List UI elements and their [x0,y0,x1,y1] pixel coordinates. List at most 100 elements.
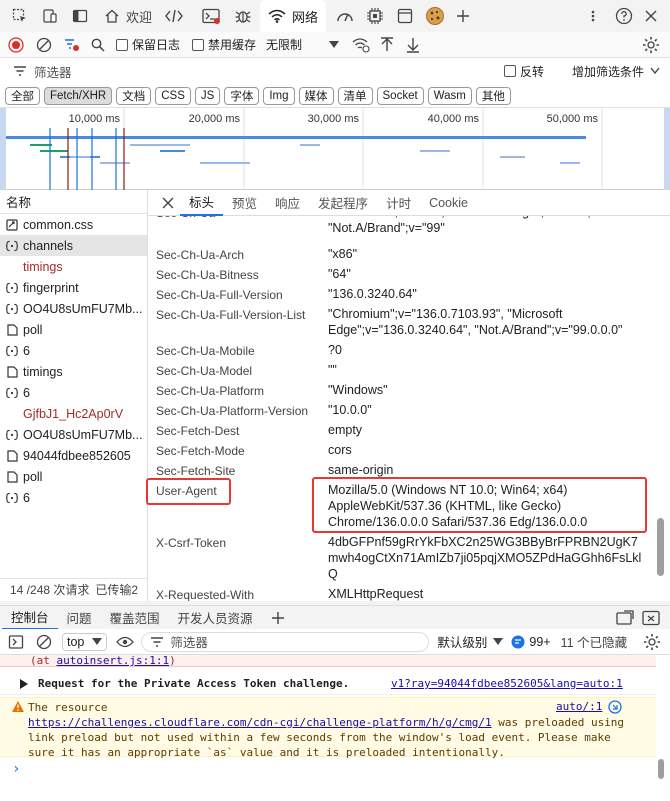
type-filter-chip[interactable]: Fetch/XHR [44,86,113,105]
info-source-link[interactable]: v1?ray=94044fdbee852605&lang=auto:1 [391,677,623,690]
inspect-element-icon[interactable] [8,8,32,24]
error-source-link[interactable]: autoinsert.js:1:1 [57,654,170,667]
tab-welcome[interactable]: 欢迎 [96,0,160,32]
dock-drawer-icon[interactable] [612,609,638,626]
request-rows: common.css channels timings fingerprint OO4U… [0,214,147,508]
type-filter-chip[interactable]: Wasm [427,86,472,105]
close-drawer-icon[interactable] [638,610,664,626]
detail-tab[interactable]: 计时 [377,190,420,216]
type-filter-chip[interactable]: 清单 [337,86,373,105]
throttle-dropdown-icon[interactable] [324,40,344,49]
request-row[interactable]: 6 [0,382,147,403]
export-har-icon[interactable] [400,37,426,53]
type-filter-chip[interactable]: Img [263,86,295,105]
clear-icon[interactable] [32,37,56,53]
type-filter-chip[interactable]: CSS [155,86,191,105]
doc-icon [6,449,18,462]
header-name: X-Csrf-Token [156,536,227,550]
sidebar-toggle-icon[interactable] [68,8,92,24]
add-drawer-tab-icon[interactable] [266,611,290,625]
detail-tab[interactable]: 发起程序 [309,190,377,216]
tab-network[interactable]: 网络 [260,0,327,32]
memory-icon[interactable] [360,7,390,25]
console-sidebar-icon[interactable] [4,634,28,650]
add-tab-icon[interactable] [450,9,476,23]
request-row[interactable]: common.css [0,214,147,235]
filter-input[interactable]: 筛选器 [34,62,72,81]
more-tabs-icon[interactable] [582,9,604,23]
header-value: ?0 [328,343,342,357]
detail-scrollbar-thumb[interactable] [657,518,664,576]
type-filter-chip[interactable]: JS [194,86,221,105]
issues-counter[interactable]: 99+ [511,635,551,649]
type-filter-chip[interactable]: 文档 [116,86,152,105]
type-filter-chip[interactable]: Socket [376,86,424,105]
drawer-tab[interactable]: 控制台 [2,606,58,630]
request-row[interactable]: poll [0,466,147,487]
network-conditions-icon[interactable] [348,37,374,53]
wifi-icon [268,9,286,23]
timeline-request-bar [130,144,190,146]
expand-triangle-icon[interactable] [16,678,32,689]
request-row[interactable]: GjfbJ1_Hc2Ap0rV [0,403,147,424]
console-prompt-chevron-icon[interactable]: › [12,761,20,777]
request-row[interactable]: timings [0,361,147,382]
request-row[interactable]: fingerprint [0,277,147,298]
throttle-select[interactable]: 无限制 [266,36,302,53]
drawer-tab[interactable]: 问题 [58,606,101,630]
request-row[interactable]: 94044fdbee852605 [0,445,147,466]
close-detail-icon[interactable] [156,197,180,209]
open-in-sources-icon[interactable] [608,700,622,714]
request-row[interactable]: poll [0,319,147,340]
detail-tab[interactable]: Cookie [420,190,477,216]
import-har-icon[interactable] [374,36,400,53]
live-expression-eye-icon[interactable] [113,636,137,648]
type-filter-chip[interactable]: 媒体 [298,86,334,105]
preserve-log-checkbox[interactable]: 保留日志 [116,36,180,53]
help-icon[interactable] [610,7,638,25]
console-scrollbar-thumb[interactable] [658,759,664,779]
filter-toggle-icon[interactable] [60,37,84,53]
sources-bug-icon[interactable] [228,7,258,25]
detail-tab[interactable]: 预览 [223,190,266,216]
log-level-dropdown[interactable]: 默认级别 [437,632,504,651]
request-name: 6 [23,343,30,358]
request-row[interactable]: channels [0,235,147,256]
application-icon[interactable] [390,8,420,24]
request-row[interactable]: OO4U8sUmFU7Mb... [0,424,147,445]
warning-resource-link[interactable]: https://challenges.cloudflare.com/cdn-cg… [28,716,492,729]
console-filter-input[interactable]: 筛选器 [141,631,430,652]
request-row[interactable]: timings [0,256,147,277]
header-name: Sec-Ch-Ua [156,216,215,220]
cookie-extension-icon[interactable] [420,6,450,26]
context-selector[interactable]: top [62,632,108,651]
device-toolbar-icon[interactable] [38,8,62,24]
request-row[interactable]: OO4U8sUmFU7Mb... [0,298,147,319]
type-filter-chip[interactable]: 其他 [475,86,511,105]
name-column-header[interactable]: 名称 [0,190,147,214]
drawer-tab[interactable]: 覆盖范围 [101,606,169,630]
performance-icon[interactable] [330,8,360,24]
detail-tab-list: 标头 预览 响应 发起程序 计时 Cookie [180,190,477,216]
network-settings-gear-icon[interactable] [638,36,664,54]
drawer-tab[interactable]: 开发人员资源 [169,606,262,630]
request-row[interactable]: 6 [0,340,147,361]
clear-console-icon[interactable] [32,634,56,650]
disable-cache-checkbox[interactable]: 禁用缓存 [192,36,256,53]
console-settings-gear-icon[interactable] [640,633,664,651]
console-icon[interactable] [196,8,226,24]
request-row[interactable]: 6 [0,487,147,508]
invert-checkbox[interactable]: 反转 [503,63,544,80]
network-overview-timeline[interactable]: 10,000 ms 20,000 ms 30,000 ms 40,000 ms 50,0… [0,108,670,190]
timeline-bar [6,136,586,139]
elements-icon[interactable] [160,9,188,23]
type-filter-chip[interactable]: 字体 [224,86,260,105]
detail-tab[interactable]: 标头 [180,190,224,216]
close-devtools-icon[interactable] [638,9,664,23]
detail-tab[interactable]: 响应 [266,190,309,216]
more-filters-dropdown[interactable]: 增加筛选条件 [572,63,660,80]
record-icon[interactable] [4,36,28,53]
search-icon[interactable] [86,38,110,52]
type-filter-chip[interactable]: 全部 [5,86,40,105]
warning-source-link[interactable]: auto/:1 [556,700,602,713]
